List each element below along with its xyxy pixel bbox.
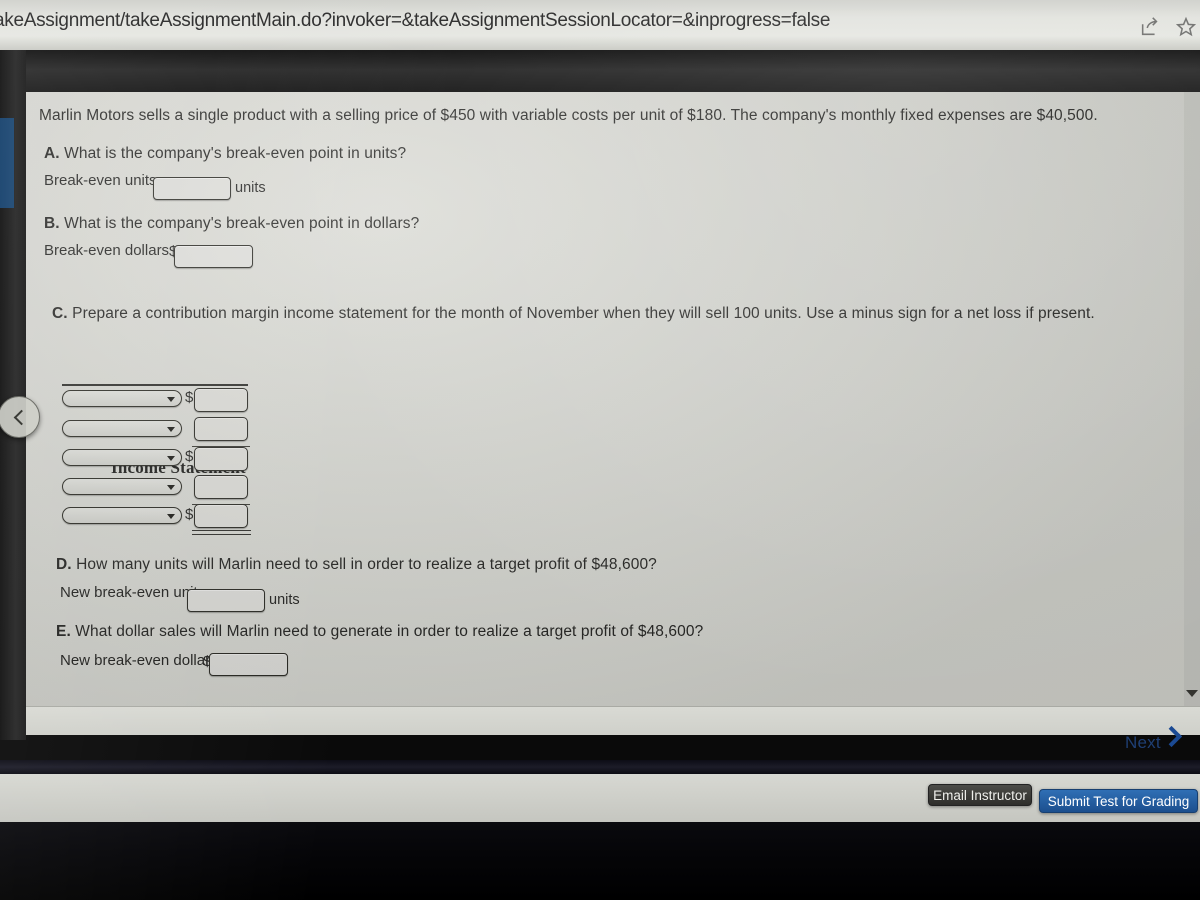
new-break-even-units-suffix: units bbox=[269, 592, 300, 608]
row-3-dollar-sign: $ bbox=[185, 448, 194, 465]
url-text[interactable]: akeAssignment/takeAssignmentMain.do?invo… bbox=[0, 10, 830, 32]
chevron-down-icon bbox=[167, 427, 175, 432]
share-icon[interactable] bbox=[1138, 16, 1162, 38]
new-break-even-dollars-label: New break-even dollars bbox=[60, 652, 218, 669]
income-statement-amount-row-4[interactable] bbox=[194, 475, 248, 499]
income-statement-top-rule bbox=[62, 384, 248, 386]
question-e-heading: E. What dollar sales will Marlin need to… bbox=[56, 623, 703, 641]
screen-bezel-top bbox=[0, 50, 1200, 94]
question-d-heading: D. How many units will Marlin need to se… bbox=[56, 556, 657, 574]
chevron-left-icon bbox=[13, 409, 29, 425]
question-b-text: What is the company's break-even point i… bbox=[64, 215, 420, 232]
break-even-units-label: Break-even units bbox=[44, 172, 157, 189]
question-intro: Marlin Motors sells a single product wit… bbox=[39, 107, 1098, 124]
question-d-text: How many units will Marlin need to sell … bbox=[76, 556, 657, 573]
chevron-down-icon bbox=[167, 397, 175, 402]
submit-test-button[interactable]: Submit Test for Grading bbox=[1039, 789, 1198, 813]
income-statement-amount-row-2[interactable] bbox=[194, 417, 248, 441]
new-break-even-dollars-input[interactable] bbox=[209, 653, 288, 676]
screen-photo: akeAssignment/takeAssignmentMain.do?invo… bbox=[0, 0, 1200, 900]
left-edge-highlight bbox=[0, 118, 14, 208]
row-1-dollar-sign: $ bbox=[185, 389, 194, 406]
question-e-letter: E. bbox=[56, 623, 71, 640]
row-5-dollar-sign: $ bbox=[185, 506, 194, 523]
browser-address-bar[interactable]: akeAssignment/takeAssignmentMain.do?invo… bbox=[0, 0, 1200, 50]
income-statement-amount-row-1[interactable] bbox=[194, 388, 248, 412]
break-even-units-input[interactable] bbox=[153, 177, 231, 200]
income-statement-select-row-4[interactable] bbox=[62, 478, 182, 495]
total-rule-outer bbox=[192, 530, 251, 532]
next-button[interactable]: Next bbox=[1125, 733, 1161, 753]
screen-bezel-middle bbox=[0, 760, 1200, 774]
total-rule-inner bbox=[192, 534, 251, 536]
break-even-units-suffix: units bbox=[235, 180, 266, 196]
question-e-text: What dollar sales will Marlin need to ge… bbox=[75, 623, 704, 640]
break-even-dollars-input[interactable] bbox=[174, 245, 253, 268]
income-statement-select-row-3[interactable] bbox=[62, 449, 182, 466]
previous-page-button[interactable] bbox=[0, 396, 40, 438]
new-break-even-units-label: New break-even units bbox=[60, 584, 206, 601]
break-even-dollars-label: Break-even dollars bbox=[44, 242, 170, 259]
windows-taskbar: 5:04 P 2/4/202 bbox=[0, 822, 1200, 900]
page-scrollbar[interactable] bbox=[1184, 92, 1200, 707]
question-c-letter: C. bbox=[52, 305, 68, 322]
email-instructor-button[interactable]: Email Instructor bbox=[928, 784, 1032, 806]
question-a-letter: A. bbox=[44, 145, 60, 162]
question-c-heading: C. Prepare a contribution margin income … bbox=[52, 305, 1095, 323]
income-statement-select-row-1[interactable] bbox=[62, 390, 182, 407]
assignment-page: Marlin Motors sells a single product wit… bbox=[26, 92, 1200, 707]
new-break-even-units-input[interactable] bbox=[187, 589, 265, 612]
question-b-letter: B. bbox=[44, 215, 60, 232]
question-c-text: Prepare a contribution margin income sta… bbox=[72, 305, 1095, 322]
question-d-letter: D. bbox=[56, 556, 72, 573]
chevron-down-icon bbox=[167, 456, 175, 461]
footer-bar bbox=[26, 707, 1200, 735]
income-statement-amount-row-5[interactable] bbox=[194, 504, 248, 528]
question-a-text: What is the company's break-even point i… bbox=[64, 145, 407, 162]
chevron-down-icon bbox=[167, 485, 175, 490]
chevron-down-icon bbox=[167, 514, 175, 519]
income-statement-select-row-2[interactable] bbox=[62, 420, 182, 437]
income-statement-select-row-5[interactable] bbox=[62, 507, 182, 524]
question-b-heading: B. What is the company's break-even poin… bbox=[44, 215, 419, 233]
question-a-heading: A. What is the company's break-even poin… bbox=[44, 145, 406, 163]
scrollbar-down-arrow-icon[interactable] bbox=[1186, 690, 1198, 697]
income-statement-amount-row-3[interactable] bbox=[194, 447, 248, 471]
star-icon[interactable] bbox=[1174, 16, 1198, 38]
